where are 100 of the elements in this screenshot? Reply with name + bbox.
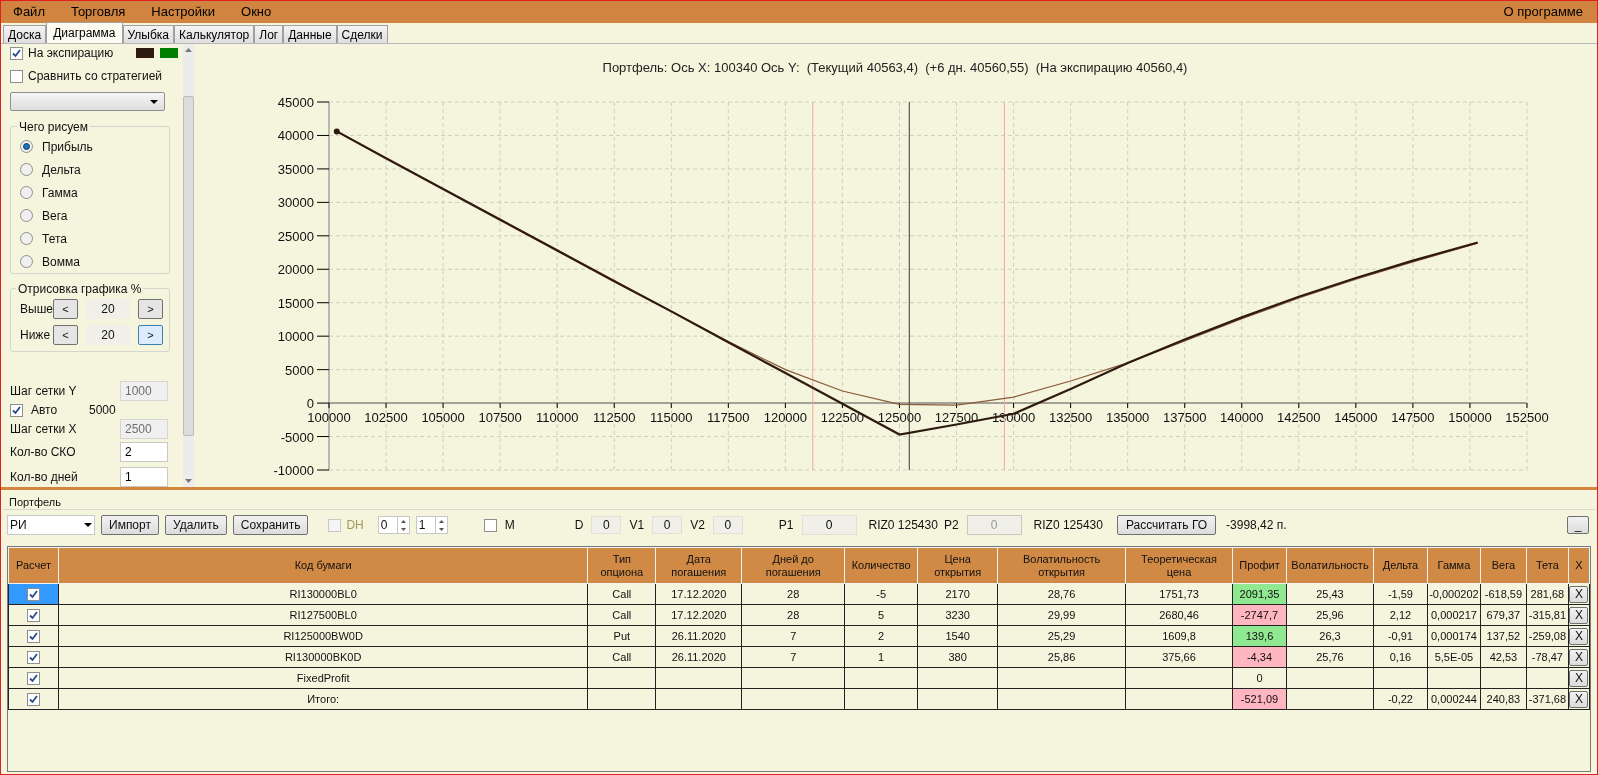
value-field[interactable]: 20 [86, 325, 130, 346]
caret-icon [84, 523, 92, 527]
toolbar-button[interactable]: Сохранить [232, 515, 309, 535]
remove-button[interactable]: X [1569, 627, 1589, 645]
color-swatch[interactable] [160, 48, 179, 58]
checkbox[interactable] [27, 672, 40, 686]
number-spinner[interactable]: 0 [377, 516, 410, 534]
remove-button[interactable]: X [1569, 690, 1589, 708]
remove-button[interactable]: X [1569, 585, 1589, 603]
decrease-button[interactable]: < [53, 299, 78, 320]
toolbar-button[interactable]: Удалить [164, 515, 227, 535]
column-header[interactable]: Расчет [8, 547, 59, 584]
increase-button[interactable]: > [138, 299, 163, 320]
y-tick-label: 0 [306, 396, 314, 412]
x-tick-label: 115000 [650, 410, 693, 426]
tab[interactable]: Сделки [336, 25, 388, 43]
radio-button[interactable] [20, 232, 33, 246]
calculate-button[interactable]: Рассчитать ГО [1116, 515, 1217, 535]
column-header[interactable]: Теоретическая цена [1125, 547, 1233, 584]
radio-button[interactable] [20, 140, 33, 154]
minimize-button[interactable]: _ [1567, 516, 1589, 534]
input-field[interactable]: 1 [120, 467, 168, 487]
color-swatch[interactable] [136, 48, 155, 58]
checkbox[interactable] [10, 46, 23, 60]
checkbox-cell[interactable] [8, 646, 59, 668]
column-header[interactable]: Код бумаги [58, 547, 588, 584]
checkbox[interactable] [483, 518, 497, 532]
value-field[interactable]: 20 [86, 299, 130, 320]
column-header[interactable]: Профит [1232, 547, 1287, 584]
x-tick-label: 152500 [1505, 410, 1549, 426]
increase-button[interactable]: > [138, 325, 163, 346]
value-field[interactable]: 0 [712, 516, 743, 534]
tab[interactable]: Доска [3, 25, 47, 43]
checkbox-cell[interactable] [8, 604, 59, 626]
column-header[interactable]: Волатильность [1286, 547, 1374, 584]
strategy-dropdown[interactable] [10, 92, 165, 112]
scroll-thumb[interactable] [183, 95, 195, 436]
remove-button[interactable]: X [1569, 648, 1589, 666]
checkbox[interactable] [27, 630, 40, 644]
column-header[interactable]: Количество [844, 547, 918, 584]
x-tick-label: 100000 [307, 410, 351, 426]
radio-button[interactable] [20, 255, 33, 269]
column-header[interactable]: Дельта [1373, 547, 1428, 584]
checkbox-cell[interactable] [8, 667, 59, 689]
checkbox[interactable] [27, 693, 40, 707]
radio-button[interactable] [20, 186, 33, 200]
toolbar-button[interactable]: Импорт [101, 515, 159, 535]
value-field[interactable]: 0 [652, 516, 683, 534]
tab[interactable]: Диаграмма [46, 22, 123, 43]
column-header[interactable]: Дата погашения [655, 547, 742, 584]
checkbox[interactable] [10, 403, 23, 417]
spin-up-icon[interactable] [400, 519, 406, 523]
column-header[interactable]: Волатильность открытия [997, 547, 1126, 584]
y-tick-label: 40000 [277, 128, 314, 144]
decrease-button[interactable]: < [53, 325, 78, 346]
column-header[interactable]: Тета [1526, 547, 1569, 584]
checkbox[interactable] [27, 609, 40, 623]
y-tick-label: 15000 [277, 295, 314, 311]
column-header[interactable]: Гамма [1427, 547, 1481, 584]
checkbox-cell[interactable] [8, 625, 59, 647]
tab[interactable]: Данные [283, 25, 337, 43]
instrument-dropdown[interactable]: РИ [7, 515, 95, 535]
menu-item[interactable]: Настройки [151, 2, 216, 22]
scroll-up-icon[interactable] [185, 48, 193, 52]
tab[interactable]: Улыбка [122, 25, 175, 43]
auto-value: 5000 [89, 402, 116, 419]
value-field[interactable]: 0 [591, 516, 622, 534]
value-field[interactable]: 0 [801, 515, 857, 535]
scrollbar[interactable] [183, 44, 195, 487]
input-field[interactable]: 2 [120, 442, 168, 462]
table-cell: 17.12.2020 [655, 604, 742, 626]
checkbox[interactable] [10, 69, 23, 83]
menu-item[interactable]: Торговля [70, 2, 126, 22]
spin-down-icon[interactable] [400, 527, 406, 531]
remove-button[interactable]: X [1569, 669, 1589, 687]
table-cell: -0,91 [1373, 625, 1428, 647]
table-cell: 17.12.2020 [655, 583, 742, 605]
radio-button[interactable] [20, 209, 33, 223]
remove-button[interactable]: X [1569, 606, 1589, 624]
spin-up-icon[interactable] [438, 519, 444, 523]
radio-button[interactable] [20, 163, 33, 177]
scroll-down-icon[interactable] [185, 479, 193, 483]
column-header[interactable]: Вега [1480, 547, 1527, 584]
menu-item[interactable]: Файл [13, 2, 45, 22]
tab[interactable]: Калькулятор [174, 25, 255, 43]
checkbox-cell[interactable] [8, 583, 59, 605]
checkbox-cell[interactable] [8, 688, 59, 710]
table-cell: 2170 [917, 583, 998, 605]
spin-down-icon[interactable] [438, 527, 444, 531]
table-cell: 281,68 [1526, 583, 1569, 605]
column-header[interactable]: Цена открытия [917, 547, 998, 584]
column-header[interactable]: Тип опциона [587, 547, 656, 584]
tab[interactable]: Лог [254, 25, 284, 43]
checkbox[interactable] [27, 588, 40, 602]
column-header[interactable]: X [1568, 547, 1590, 584]
number-spinner[interactable]: 1 [415, 516, 448, 534]
menu-item[interactable]: О программе [1503, 2, 1583, 22]
checkbox[interactable] [27, 651, 40, 665]
menu-item[interactable]: Окно [241, 2, 272, 22]
column-header[interactable]: Дней до погашения [741, 547, 845, 584]
